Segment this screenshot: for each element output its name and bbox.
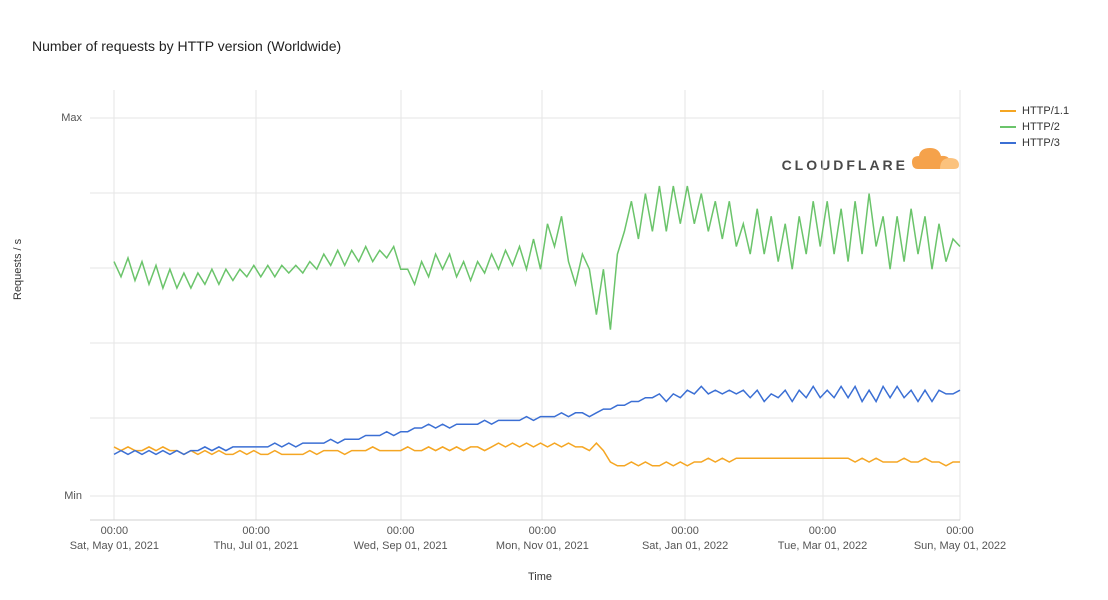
legend-item-http-3: HTTP/3 (1000, 137, 1069, 149)
legend-item-http-2: HTTP/2 (1000, 121, 1069, 133)
chart-plot-area: Max Min 00:00 Sat, May 01, 2021 00:00 Th… (90, 90, 960, 520)
legend-label-0: HTTP/1.1 (1022, 105, 1069, 117)
x-tick-5: 00:00 Tue, Mar 01, 2022 (778, 520, 867, 554)
x-tick-1: 00:00 Thu, Jul 01, 2021 (214, 520, 299, 554)
legend-label-2: HTTP/3 (1022, 137, 1060, 149)
legend-swatch-1 (1000, 126, 1016, 128)
legend-swatch-0 (1000, 110, 1016, 112)
x-tick-0: 00:00 Sat, May 01, 2021 (70, 520, 159, 554)
y-tick-max: Max (61, 112, 90, 124)
x-tick-4: 00:00 Sat, Jan 01, 2022 (642, 520, 728, 554)
legend-item-http-1-1: HTTP/1.1 (1000, 105, 1069, 117)
legend-swatch-2 (1000, 142, 1016, 144)
legend-label-1: HTTP/2 (1022, 121, 1060, 133)
series-http-2 (114, 186, 960, 330)
y-tick-min: Min (64, 490, 90, 502)
legend: HTTP/1.1 HTTP/2 HTTP/3 (1000, 105, 1069, 153)
plot-svg (90, 90, 960, 520)
chart-title: Number of requests by HTTP version (Worl… (32, 38, 341, 54)
x-tick-3: 00:00 Mon, Nov 01, 2021 (496, 520, 589, 554)
x-tick-6: 00:00 Sun, May 01, 2022 (914, 520, 1006, 554)
y-axis-label: Requests / s (12, 239, 24, 300)
x-tick-2: 00:00 Wed, Sep 01, 2021 (354, 520, 448, 554)
x-axis-label: Time (528, 571, 552, 583)
